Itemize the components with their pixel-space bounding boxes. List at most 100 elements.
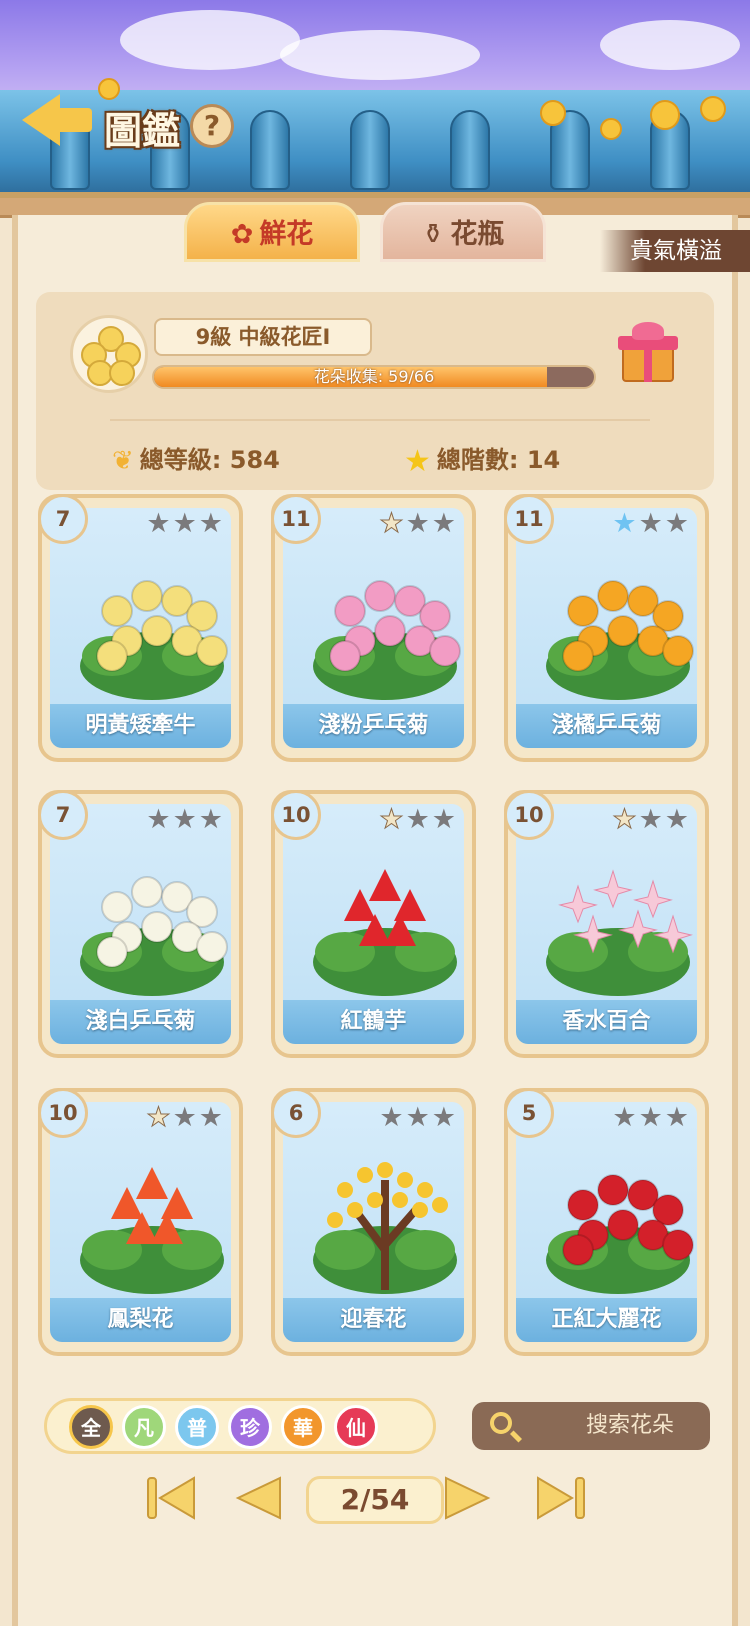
star-icon: ★ xyxy=(198,804,225,835)
last-page-icon[interactable] xyxy=(532,1472,588,1524)
rarity-filter-button[interactable]: 珍 xyxy=(228,1405,272,1449)
star-icon: ★ xyxy=(146,508,173,539)
blossom-decoration xyxy=(600,118,622,140)
flower-card[interactable]: 10 ★★★ 香水百合 xyxy=(504,790,709,1058)
star-icon: ★ xyxy=(146,804,173,835)
page-title: 圖鑑 xyxy=(104,109,181,153)
tab-vases[interactable]: ⚱ 花瓶 xyxy=(380,202,546,262)
card-stars: ★★★ xyxy=(146,804,225,835)
blossom-decoration xyxy=(700,96,726,122)
star-icon: ★ xyxy=(172,508,199,539)
flower-card[interactable]: 5 ★★★ 正紅大麗花 xyxy=(504,1088,709,1356)
rarity-filter-button[interactable]: 普 xyxy=(175,1405,219,1449)
flower-illustration xyxy=(546,869,693,996)
blossom-decoration xyxy=(650,100,680,130)
star-icon: ★ xyxy=(664,1102,691,1133)
collection-progress-bar: 花朵收集: 59/66 xyxy=(152,365,596,389)
vase-icon: ⚱ xyxy=(421,219,445,250)
star-icon: ★ xyxy=(198,1102,225,1133)
rarity-filter-button[interactable]: 仙 xyxy=(334,1405,378,1449)
search-icon xyxy=(490,1412,512,1434)
blossom-decoration xyxy=(98,78,120,100)
flower-card[interactable]: 7 ★★★ 明黃矮牽牛 xyxy=(38,494,243,762)
card-stars: ★★★ xyxy=(379,1102,458,1133)
divider xyxy=(110,419,650,421)
card-level-badge: 10 xyxy=(504,790,554,840)
search-field[interactable]: 搜索花朵 xyxy=(472,1402,710,1450)
star-icon: ★ xyxy=(431,804,458,835)
star-icon: ★ xyxy=(638,1102,665,1133)
star-icon: ★ xyxy=(198,508,225,539)
star-icon: ★ xyxy=(638,508,665,539)
flower-illustration xyxy=(80,876,228,996)
star-icon: ★ xyxy=(379,508,406,540)
card-level-badge: 10 xyxy=(38,1088,88,1138)
first-page-icon[interactable] xyxy=(144,1472,200,1524)
rarity-filter-button[interactable]: 全 xyxy=(69,1405,113,1449)
star-icon: ★ xyxy=(405,508,432,539)
question-icon[interactable]: ? xyxy=(190,104,234,148)
flower-illustration xyxy=(313,869,457,996)
star-icon: ★ xyxy=(379,1102,406,1133)
star-icon: ★ xyxy=(431,508,458,539)
card-stars: ★★★ xyxy=(146,1102,225,1134)
flower-illustration xyxy=(546,580,694,700)
total-level: ❦ 總等級: 584 xyxy=(112,446,280,476)
tab-flowers[interactable]: ✿ 鮮花 xyxy=(184,202,360,262)
card-stars: ★★★ xyxy=(612,508,691,539)
card-level-badge: 7 xyxy=(38,790,88,840)
flower-card[interactable]: 10 ★★★ 鳳梨花 xyxy=(38,1088,243,1356)
card-stars: ★★★ xyxy=(612,804,691,836)
page-indicator: 2/54 xyxy=(306,1476,444,1524)
card-stars: ★★★ xyxy=(612,1102,691,1133)
flower-card[interactable]: 6 ★★★ 迎春花 xyxy=(271,1088,476,1356)
flower-illustration xyxy=(80,580,228,700)
card-level-badge: 6 xyxy=(271,1088,321,1138)
star-icon: ★ xyxy=(172,1102,199,1133)
star-icon: ★ xyxy=(404,443,431,479)
star-icon: ★ xyxy=(664,508,691,539)
card-name: 迎春花 xyxy=(283,1298,464,1342)
star-icon: ★ xyxy=(612,1102,639,1133)
flower-card[interactable]: 10 ★★★ 紅鶴芋 xyxy=(271,790,476,1058)
flower-illustration xyxy=(546,1174,694,1294)
card-level-badge: 11 xyxy=(271,494,321,544)
back-button[interactable] xyxy=(22,88,92,150)
scrolling-banner: 貴氣橫溢 xyxy=(600,230,750,272)
card-level-badge: 5 xyxy=(504,1088,554,1138)
gift-box-icon[interactable] xyxy=(618,322,678,384)
star-icon: ★ xyxy=(172,804,199,835)
flower-card[interactable]: 11 ★★★ 淺橘乒乓菊 xyxy=(504,494,709,762)
total-tier: ★ 總階數: 14 xyxy=(404,443,561,479)
card-level-badge: 10 xyxy=(271,790,321,840)
card-name: 紅鶴芋 xyxy=(283,1000,464,1044)
star-icon: ★ xyxy=(612,804,639,836)
card-stars: ★★★ xyxy=(146,508,225,539)
star-icon: ★ xyxy=(431,1102,458,1133)
rarity-filter-button[interactable]: 凡 xyxy=(122,1405,166,1449)
card-stars: ★★★ xyxy=(379,508,458,540)
flower-illustration xyxy=(313,580,461,700)
card-level-badge: 11 xyxy=(504,494,554,544)
level-title: 9級 中級花匠Ⅰ xyxy=(154,318,372,356)
flower-card[interactable]: 11 ★★★ 淺粉乒乓菊 xyxy=(271,494,476,762)
star-icon: ★ xyxy=(612,508,639,539)
progress-label: 花朵收集: 59/66 xyxy=(313,367,435,386)
star-icon: ★ xyxy=(638,804,665,835)
back-arrow-icon xyxy=(22,94,60,146)
rarity-filter-button[interactable]: 華 xyxy=(281,1405,325,1449)
flower-illustration xyxy=(80,1167,224,1294)
cloud xyxy=(600,20,740,70)
prev-page-icon[interactable] xyxy=(230,1472,286,1524)
next-page-icon[interactable] xyxy=(440,1472,496,1524)
cloud xyxy=(280,30,480,80)
cloud xyxy=(120,10,300,70)
star-icon: ★ xyxy=(664,804,691,835)
flower-card[interactable]: 7 ★★★ 淺白乒乓菊 xyxy=(38,790,243,1058)
card-level-badge: 7 xyxy=(38,494,88,544)
star-icon: ★ xyxy=(379,804,406,836)
sprout-icon: ❦ xyxy=(112,446,134,476)
card-name: 淺粉乒乓菊 xyxy=(283,704,464,748)
card-name: 正紅大麗花 xyxy=(516,1298,697,1342)
card-stars: ★★★ xyxy=(379,804,458,836)
